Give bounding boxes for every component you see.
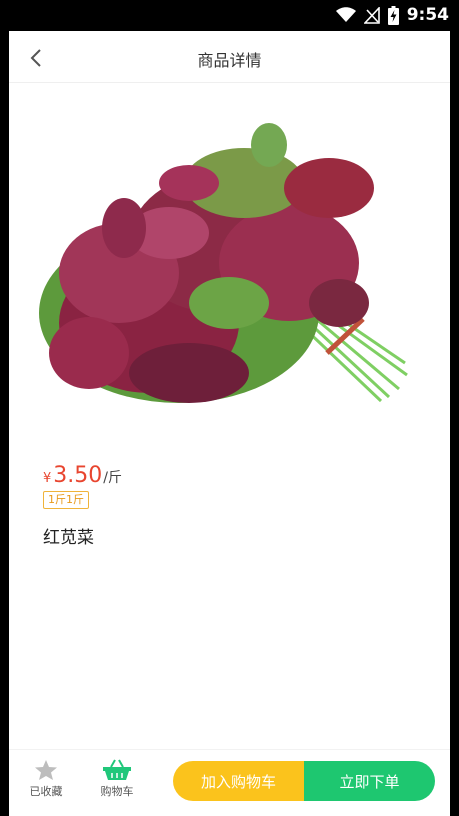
price-unit: /斤 [103, 470, 122, 486]
cart-label: 购物车 [100, 785, 134, 798]
add-to-cart-button[interactable]: 加入购物车 [173, 761, 304, 801]
basket-icon [103, 759, 131, 780]
favorite-button[interactable]: 已收藏 [19, 759, 73, 799]
product-image [39, 123, 408, 403]
star-icon [35, 760, 57, 780]
status-icons: 9:54 [335, 4, 449, 26]
app-screen: 商品详情 ¥ 3.50 /斤 1斤1斤 红苋菜 已收藏 购物车 加入购物车 立即… [9, 31, 450, 816]
price-value: 3.50 [53, 463, 103, 488]
status-time: 9:54 [406, 5, 449, 25]
product-name: 红苋菜 [43, 528, 94, 548]
page-title: 商品详情 [197, 51, 262, 70]
navigation-bar: 商品详情 [9, 31, 450, 83]
bottom-action-bar: 已收藏 购物车 加入购物车 立即下单 [9, 749, 450, 816]
wifi-icon [335, 7, 356, 22]
cart-button[interactable]: 购物车 [90, 759, 144, 799]
signal-icon [363, 6, 380, 24]
battery-charging-icon [387, 5, 399, 25]
currency-symbol: ¥ [43, 471, 52, 486]
status-bar: 9:54 [0, 0, 459, 31]
spec-badge: 1斤1斤 [43, 491, 89, 509]
buy-now-button[interactable]: 立即下单 [304, 761, 435, 801]
price: ¥ 3.50 /斤 [43, 463, 122, 488]
favorite-label: 已收藏 [29, 785, 63, 798]
leaf-cluster [39, 123, 374, 403]
